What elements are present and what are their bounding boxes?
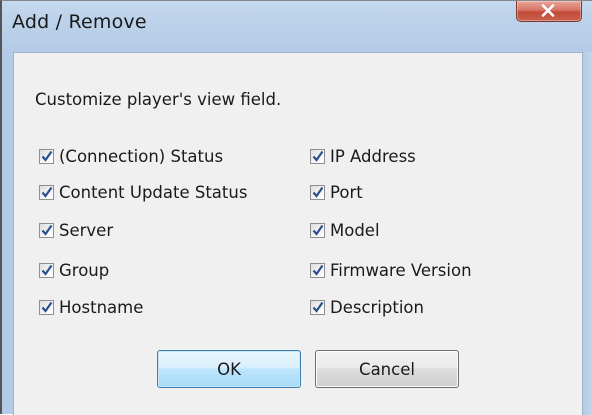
checkbox-firmware-version[interactable]: Firmware Version <box>310 259 472 281</box>
checkmark-icon <box>312 301 324 313</box>
checkbox-label: (Connection) Status <box>59 146 224 166</box>
close-icon <box>541 4 555 17</box>
checkbox-group[interactable]: Group <box>39 259 109 281</box>
checkbox-port[interactable]: Port <box>310 181 363 203</box>
checkbox-label: Port <box>330 182 363 202</box>
checkbox-box[interactable] <box>310 222 325 238</box>
checkbox-label: Model <box>330 220 380 240</box>
checkmark-icon <box>41 301 53 313</box>
checkbox-label: Group <box>59 260 110 280</box>
checkbox-label: Server <box>59 220 114 240</box>
checkmark-icon <box>312 186 324 198</box>
checkbox-server[interactable]: Server <box>39 219 113 241</box>
checkmark-icon <box>41 150 53 162</box>
window-frame-right <box>583 52 592 415</box>
checkbox-label: Content Update Status <box>59 182 248 202</box>
instruction-text: Customize player's view field. <box>35 90 282 109</box>
checkmark-icon <box>41 186 53 198</box>
checkbox-hostname[interactable]: Hostname <box>39 296 143 318</box>
window-title: Add / Remove <box>12 11 147 33</box>
add-remove-dialog: Add / Remove Customize player's view fie… <box>0 0 592 415</box>
title-bar[interactable]: Add / Remove <box>2 1 592 51</box>
cancel-button[interactable]: Cancel <box>315 350 459 388</box>
checkmark-icon <box>312 264 324 276</box>
checkmark-icon <box>41 264 53 276</box>
checkbox-ip-address[interactable]: IP Address <box>310 145 416 167</box>
checkbox-box[interactable] <box>310 184 325 200</box>
checkbox-label: Firmware Version <box>330 260 472 280</box>
checkbox-box[interactable] <box>310 148 325 164</box>
checkbox-box[interactable] <box>39 184 54 200</box>
ok-button[interactable]: OK <box>157 350 301 388</box>
checkbox-box[interactable] <box>39 299 54 315</box>
checkbox-description[interactable]: Description <box>310 296 424 318</box>
checkbox-box[interactable] <box>310 299 325 315</box>
checkbox-content-update-status[interactable]: Content Update Status <box>39 181 247 203</box>
checkbox-label: Hostname <box>59 297 144 317</box>
checkbox-box[interactable] <box>39 148 54 164</box>
checkmark-icon <box>312 150 324 162</box>
checkbox-box[interactable] <box>39 222 54 238</box>
checkbox-connection-status[interactable]: (Connection) Status <box>39 145 223 167</box>
checkmark-icon <box>312 224 324 236</box>
checkbox-box[interactable] <box>310 262 325 278</box>
close-button[interactable] <box>516 1 582 22</box>
checkbox-box[interactable] <box>39 262 54 278</box>
dialog-client-area: Customize player's view field. (Connecti… <box>13 52 583 415</box>
checkbox-label: IP Address <box>330 146 416 166</box>
checkmark-icon <box>41 224 53 236</box>
checkbox-model[interactable]: Model <box>310 219 380 241</box>
checkbox-label: Description <box>330 297 424 317</box>
